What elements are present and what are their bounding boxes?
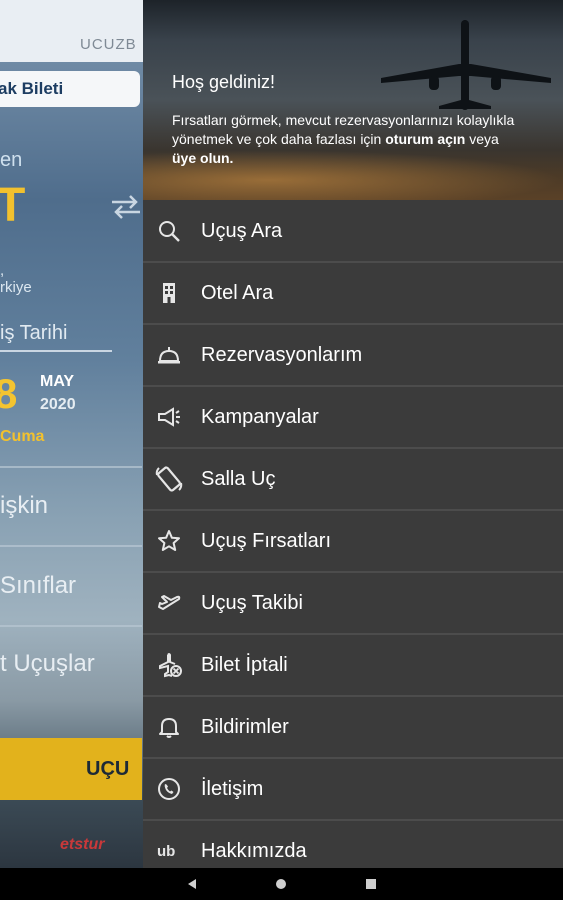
menu-item-label: İletişim [201, 778, 264, 800]
menu-item-hotel-search[interactable]: Otel Ara [143, 263, 563, 325]
drawer-header: Hoş geldiniz! Fırsatları görmek, mevcut … [143, 0, 563, 200]
direct-flights-row[interactable]: t Uçuşlar [0, 650, 95, 678]
menu-item-label: Salla Uç [201, 468, 276, 490]
search-flights-button[interactable]: UÇU [0, 738, 142, 800]
welcome-description: Fırsatları görmek, mevcut rezervasyonlar… [172, 111, 552, 168]
from-country: , rkiye [0, 262, 32, 296]
back-icon[interactable] [184, 876, 200, 892]
departure-date-label: iş Tarihi [0, 322, 68, 344]
from-city-fragment: , [0, 262, 5, 279]
ub-logo-icon: ub [157, 839, 181, 863]
menu-item-label: Rezervasyonlarım [201, 344, 363, 366]
menu-item-label: Uçuş Takibi [201, 592, 303, 614]
menu-item-label: Hakkımızda [201, 840, 307, 862]
menu-item-about[interactable]: ub Hakkımızda [143, 821, 563, 868]
ticket-type-label: ak Bileti [0, 79, 64, 98]
hotel-icon [157, 281, 181, 305]
ticket-type-tab[interactable]: ak Bileti [0, 71, 140, 107]
from-label: en [0, 149, 23, 171]
megaphone-icon [157, 405, 181, 429]
welcome-text-part2: veya [469, 131, 499, 147]
departure-weekday: Cuma [0, 428, 45, 445]
departure-day[interactable]: 8 [0, 370, 17, 418]
menu-item-label: Uçuş Ara [201, 220, 283, 242]
sign-up-link[interactable]: üye olun. [172, 150, 233, 166]
star-icon [157, 529, 181, 553]
app-logo: UCUZB [80, 36, 137, 53]
divider [0, 545, 142, 547]
menu-item-label: Uçuş Fırsatları [201, 530, 332, 552]
plane-cancel-icon [157, 653, 182, 678]
menu-item-contact[interactable]: İletişim [143, 759, 563, 821]
passenger-row[interactable]: işkin [0, 492, 48, 520]
menu-item-label: Kampanyalar [201, 406, 319, 428]
menu-item-flight-tracking[interactable]: Uçuş Takibi [143, 573, 563, 635]
bell-cloche-icon [157, 343, 181, 367]
phone-shake-icon [155, 466, 183, 492]
search-icon [157, 219, 181, 243]
phone-icon [157, 777, 181, 801]
search-flights-label: UÇU [86, 758, 130, 780]
menu-item-reservations[interactable]: Rezervasyonlarım [143, 325, 563, 387]
cabin-class-row[interactable]: Sınıflar [0, 572, 76, 600]
brand-logo: etstur [60, 836, 105, 853]
svg-text:ub: ub [157, 843, 175, 860]
recents-icon[interactable] [363, 876, 379, 892]
from-airport-code[interactable]: T [0, 178, 25, 233]
menu-item-ticket-cancel[interactable]: Bilet İptali [143, 635, 563, 697]
airplane-silhouette-icon [381, 20, 551, 110]
menu-item-flight-search[interactable]: Uçuş Ara [143, 201, 563, 263]
from-country-fragment: rkiye [0, 279, 32, 296]
notification-bell-icon [157, 715, 181, 739]
menu-item-flight-deals[interactable]: Uçuş Fırsatları [143, 511, 563, 573]
navigation-drawer: Hoş geldiniz! Fırsatları görmek, mevcut … [143, 0, 563, 868]
swap-route-icon[interactable] [108, 192, 144, 222]
menu-item-notifications[interactable]: Bildirimler [143, 697, 563, 759]
home-icon[interactable] [273, 876, 289, 892]
sign-in-link[interactable]: oturum açın [385, 131, 465, 147]
divider [0, 350, 112, 352]
menu-item-label: Bilet İptali [201, 654, 288, 676]
plane-takeoff-icon [157, 591, 181, 615]
departure-month: MAY [40, 373, 75, 390]
drawer-menu: Uçuş Ara Otel Ara Rezervasyonlarım Kampa… [143, 201, 563, 868]
divider [0, 466, 142, 468]
menu-item-shake-fly[interactable]: Salla Uç [143, 449, 563, 511]
departure-year: 2020 [40, 396, 76, 413]
divider [0, 625, 142, 627]
system-navigation-bar [0, 868, 563, 900]
welcome-title: Hoş geldiniz! [172, 72, 276, 92]
menu-item-label: Otel Ara [201, 282, 274, 304]
menu-item-label: Bildirimler [201, 716, 289, 738]
menu-item-campaigns[interactable]: Kampanyalar [143, 387, 563, 449]
